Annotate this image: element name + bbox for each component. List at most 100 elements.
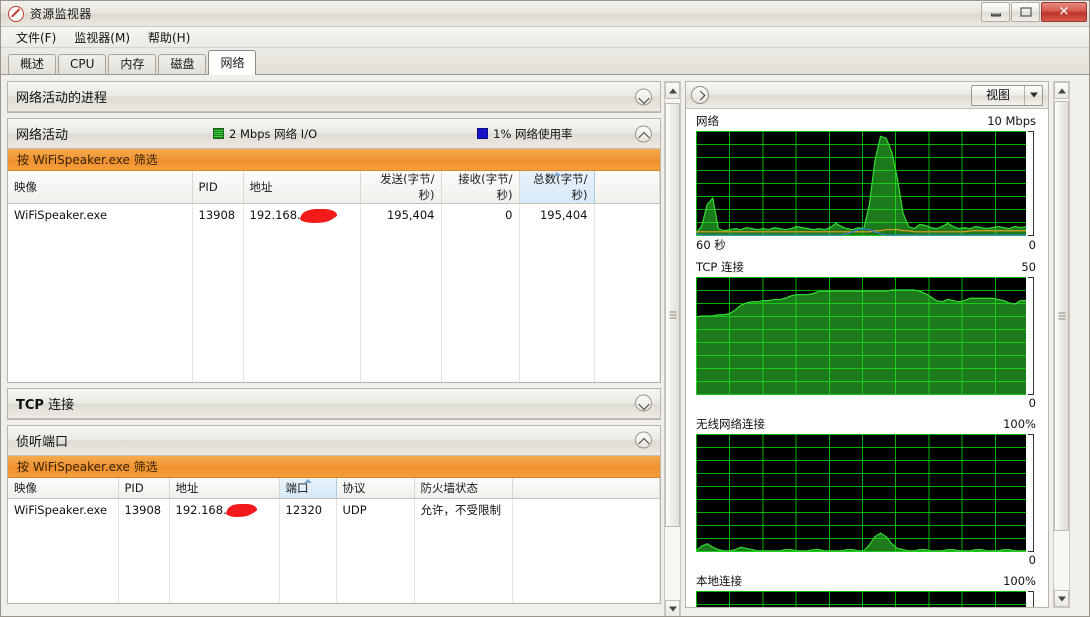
tab-overview[interactable]: 概述 — [8, 54, 57, 74]
redaction-mark — [300, 208, 335, 222]
title-bar: 资源监视器 ✕ — [1, 1, 1089, 27]
graph-footer: 0 — [696, 552, 1036, 567]
menu-help[interactable]: 帮助(H) — [139, 27, 199, 48]
chevron-down-icon[interactable] — [635, 394, 653, 412]
view-button[interactable]: 视图 — [970, 84, 1043, 106]
filler-cell — [192, 225, 244, 382]
column-header-pid[interactable]: PID — [118, 477, 170, 499]
column-header-port[interactable]: 端口 — [278, 477, 337, 499]
tab-memory[interactable]: 内存 — [108, 54, 157, 74]
filter-bar-activity[interactable]: 按 WiFiSpeaker.exe 筛选 — [8, 149, 661, 171]
scroll-down-button[interactable] — [665, 600, 680, 616]
window-controls: ✕ — [981, 2, 1087, 22]
chevron-up-icon[interactable] — [635, 125, 653, 142]
table-row[interactable]: WiFiSpeaker.exe 13908 192.168. 12320 UDP… — [8, 498, 661, 521]
section-title: 网络活动 — [16, 128, 69, 143]
table-filler-row — [8, 520, 661, 603]
cell-image: WiFiSpeaker.exe — [8, 203, 193, 226]
filler-cell — [279, 520, 337, 603]
cell-port: 12320 — [279, 498, 337, 521]
graph-header: 网络 10 Mbps — [696, 113, 1036, 131]
scrollbar-track[interactable] — [665, 99, 680, 600]
expand-arrow-icon[interactable] — [691, 86, 709, 104]
filler-cell — [169, 520, 280, 603]
left-pane-scrollbar[interactable] — [664, 81, 681, 616]
graph-ymin-label: 0 — [1028, 238, 1036, 252]
close-icon: ✕ — [1058, 4, 1070, 20]
graph-xlabel: 60 秒 — [696, 238, 726, 252]
graph-title: TCP 连接 — [696, 260, 744, 274]
graph-axis-bracket — [1028, 277, 1034, 395]
scrollbar-thumb[interactable] — [665, 103, 680, 527]
column-header-protocol[interactable]: 协议 — [336, 477, 415, 499]
section-tcp-connections: TCP 连接 — [7, 387, 662, 420]
column-header-received[interactable]: 接收(字节/秒) — [441, 171, 520, 204]
tab-disk[interactable]: 磁盘 — [158, 54, 207, 74]
chevron-up-icon[interactable] — [635, 431, 653, 449]
scrollbar-thumb[interactable] — [1054, 101, 1069, 531]
filter-bar-ports[interactable]: 按 WiFiSpeaker.exe 筛选 — [8, 455, 661, 478]
chevron-down-icon[interactable] — [1024, 85, 1042, 105]
scrollbar-track[interactable] — [1054, 99, 1069, 590]
minimize-button[interactable] — [981, 2, 1010, 22]
filler-cell — [243, 225, 361, 382]
section-title-rest: 连接 — [48, 397, 75, 413]
column-header-firewall[interactable]: 防火墙状态 — [414, 477, 513, 499]
right-pane-top: 视图 网络 10 Mbps 60 秒 0 TCP 连接 50 0 无线网络连接 … — [685, 81, 1089, 608]
filler-cell — [118, 520, 170, 603]
right-pane-scrollbar[interactable] — [1053, 81, 1070, 608]
graph-ymax-label: 100% — [1003, 417, 1036, 431]
close-button[interactable]: ✕ — [1041, 2, 1087, 22]
cell-protocol: UDP — [336, 498, 415, 521]
graph-canvas-tcp — [696, 277, 1026, 395]
table-header-row: 映像 PID 地址 端口 协议 防火墙状态 — [8, 477, 661, 499]
tab-network[interactable]: 网络 — [208, 50, 257, 75]
section-title: 侦听端口 — [16, 434, 69, 450]
graph-panel: 视图 网络 10 Mbps 60 秒 0 TCP 连接 50 0 无线网络连接 … — [685, 81, 1049, 608]
section-header-listening-ports[interactable]: 侦听端口 — [8, 425, 661, 456]
table-listening-ports: 映像 PID 地址 端口 协议 防火墙状态 WiFiSpeaker.exe 13… — [8, 477, 661, 603]
column-header-image[interactable]: 映像 — [8, 171, 193, 204]
chevron-down-icon[interactable] — [635, 88, 653, 105]
column-header-image[interactable]: 映像 — [8, 477, 119, 499]
legend-swatch-green-icon — [213, 128, 225, 139]
section-header-network-activity[interactable]: 网络活动 2 Mbps 网络 I/O 1% 网络使用率 — [8, 119, 661, 149]
scroll-up-button[interactable] — [1054, 82, 1069, 99]
maximize-button[interactable] — [1011, 2, 1040, 22]
graph-axis-bracket — [1028, 591, 1034, 607]
graph-title: 本地连接 — [696, 574, 742, 588]
scroll-down-button[interactable] — [1054, 590, 1069, 607]
filler-cell — [360, 225, 442, 382]
graph-plot — [696, 277, 1026, 395]
column-header-pid[interactable]: PID — [192, 171, 244, 204]
column-header-sent[interactable]: 发送(字节/秒) — [360, 171, 442, 204]
column-header-address[interactable]: 地址 — [169, 477, 280, 499]
graph-canvas-wrap — [696, 434, 1036, 552]
view-button-label: 视图 — [985, 87, 1010, 102]
graph-ymin-label: 0 — [1028, 553, 1036, 567]
cell-firewall: 允许，不受限制 — [414, 498, 513, 521]
menu-file[interactable]: 文件(F) — [7, 27, 65, 48]
left-sections: 网络活动的进程 网络活动 2 Mbps 网络 I/O 1% 网络使用率 按 Wi… — [7, 81, 662, 616]
menu-monitor[interactable]: 监视器(M) — [65, 27, 139, 48]
body-split: 网络活动的进程 网络活动 2 Mbps 网络 I/O 1% 网络使用率 按 Wi… — [1, 75, 1089, 616]
graph-footer: 60 秒 0 — [696, 236, 1036, 253]
filler-cell — [441, 225, 520, 382]
table-row[interactable]: WiFiSpeaker.exe 13908 192.168. 195,404 0… — [8, 203, 661, 226]
filler-cell — [8, 225, 193, 382]
cell-sent: 195,404 — [360, 203, 442, 226]
tab-strip: 概述 CPU 内存 磁盘 网络 — [1, 48, 1089, 75]
graph-local-connection: 本地连接 100% — [686, 573, 1048, 607]
column-header-address[interactable]: 地址 — [243, 171, 361, 204]
legend-label: 2 Mbps 网络 I/O — [229, 126, 318, 141]
column-header-total[interactable]: 总数(字节/秒) — [518, 171, 595, 204]
table-filler-row — [8, 225, 661, 382]
tab-cpu[interactable]: CPU — [58, 54, 107, 74]
graph-title: 无线网络连接 — [696, 417, 765, 431]
filler-cell — [512, 520, 661, 603]
section-header-network-processes[interactable]: 网络活动的进程 — [8, 82, 661, 112]
section-header-tcp-connections[interactable]: TCP 连接 — [8, 388, 661, 419]
section-title: TCP 连接 — [16, 394, 74, 413]
graph-title: 网络 — [696, 114, 719, 128]
scroll-up-button[interactable] — [665, 82, 680, 99]
